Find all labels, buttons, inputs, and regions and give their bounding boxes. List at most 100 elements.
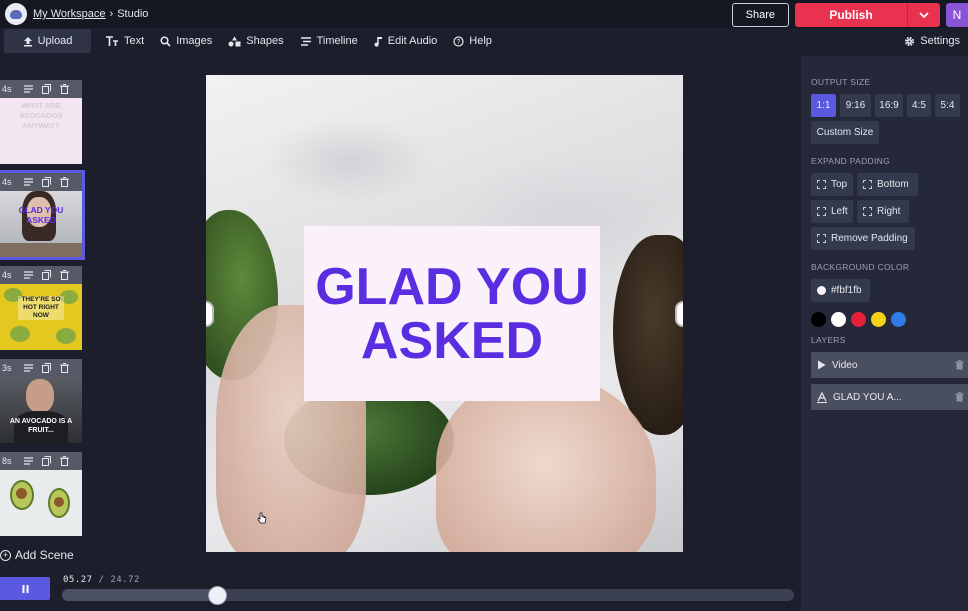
- search-icon: [160, 35, 171, 47]
- resize-handle-right[interactable]: [675, 301, 683, 327]
- headline-text[interactable]: GLAD YOU ASKED: [312, 260, 592, 368]
- timeline-progress: [62, 589, 218, 601]
- layers-label: LAYERS: [811, 335, 846, 345]
- toolbar: Upload Text Images Shapes Timeline Edit …: [0, 28, 968, 54]
- remove-padding-label: Remove Padding: [831, 233, 908, 244]
- scene-menu-icon[interactable]: [23, 177, 34, 188]
- help-icon: ?: [453, 35, 464, 47]
- layer-item-video[interactable]: Video: [811, 352, 968, 378]
- scene-caption: THEY'RE SO HOT RIGHT NOW: [18, 296, 64, 320]
- upload-button[interactable]: Upload: [4, 29, 91, 53]
- trash-icon[interactable]: [955, 392, 964, 402]
- publish-button[interactable]: Publish: [795, 3, 907, 27]
- trash-icon[interactable]: [59, 363, 70, 374]
- remove-padding-button[interactable]: Remove Padding: [811, 227, 915, 250]
- duplicate-icon[interactable]: [41, 456, 52, 467]
- workspace-link[interactable]: My Workspace: [33, 8, 106, 20]
- duplicate-icon[interactable]: [41, 84, 52, 95]
- trash-icon[interactable]: [59, 177, 70, 188]
- breadcrumb: My Workspace › Studio: [33, 8, 148, 20]
- scene-thumbnail: GLAD YOU ASKED: [0, 191, 82, 257]
- duplicate-icon[interactable]: [41, 177, 52, 188]
- scene-card[interactable]: 3s AN AVOCADO IS A FRUIT...: [0, 359, 82, 443]
- padding-bottom-label: Bottom: [877, 179, 909, 190]
- scene-menu-icon[interactable]: [23, 84, 34, 95]
- trash-icon[interactable]: [955, 360, 964, 370]
- padding-top-button[interactable]: Top: [811, 173, 853, 196]
- custom-size-button[interactable]: Custom Size: [811, 121, 879, 144]
- scene-menu-icon[interactable]: [23, 363, 34, 374]
- padding-right-button[interactable]: Right: [857, 200, 909, 223]
- padding-left-button[interactable]: Left: [811, 200, 853, 223]
- text-layer-box[interactable]: GLAD YOU ASKED: [304, 226, 600, 401]
- timeline-tool-button[interactable]: Timeline: [292, 29, 366, 53]
- svg-text:?: ?: [457, 39, 461, 46]
- user-avatar[interactable]: N: [946, 3, 968, 27]
- current-time: 05.27: [63, 575, 93, 585]
- help-button[interactable]: ? Help: [445, 29, 500, 53]
- scene-card[interactable]: 4s GLAD YOU ASKED: [0, 170, 85, 260]
- size-option-5-4[interactable]: 5:4: [935, 94, 960, 117]
- scene-thumbnail: [0, 470, 82, 536]
- images-tool-button[interactable]: Images: [152, 29, 220, 53]
- publish-options-button[interactable]: [907, 3, 940, 27]
- trash-icon[interactable]: [59, 456, 70, 467]
- settings-button[interactable]: Settings: [896, 29, 968, 53]
- scene-card[interactable]: 4s WHAT ARE AVOCADOS ANYWAY?: [0, 80, 82, 164]
- size-option-16-9[interactable]: 16:9: [875, 94, 903, 117]
- upload-label: Upload: [37, 35, 73, 47]
- background-color-value: #fbf1fb: [831, 285, 862, 296]
- total-time: 24.72: [110, 575, 140, 585]
- app-logo-icon[interactable]: [5, 3, 27, 25]
- timeline-scrubber[interactable]: [62, 589, 794, 601]
- size-option-9-16[interactable]: 9:16: [840, 94, 871, 117]
- images-tool-label: Images: [176, 35, 213, 47]
- add-scene-button[interactable]: + Add Scene: [0, 548, 74, 562]
- shapes-tool-button[interactable]: Shapes: [220, 29, 291, 53]
- dashed-box-icon: [817, 207, 826, 216]
- trash-icon[interactable]: [59, 84, 70, 95]
- swatch-black[interactable]: [811, 312, 826, 327]
- color-dot-icon: [817, 286, 826, 295]
- hand-right: [436, 375, 656, 552]
- scene-card[interactable]: 8s: [0, 452, 82, 536]
- text-tool-button[interactable]: Text: [97, 29, 152, 53]
- background-color-label: BACKGROUND COLOR: [811, 262, 910, 272]
- size-option-1-1[interactable]: 1:1: [811, 94, 836, 117]
- swatch-white[interactable]: [831, 312, 846, 327]
- trash-icon[interactable]: [59, 270, 70, 281]
- video-canvas[interactable]: GLAD YOU ASKED: [206, 75, 683, 552]
- resize-handle-left[interactable]: [206, 301, 214, 327]
- pause-button[interactable]: [0, 577, 50, 600]
- swatch-blue[interactable]: [891, 312, 906, 327]
- size-option-4-5[interactable]: 4:5: [907, 94, 931, 117]
- share-button[interactable]: Share: [731, 3, 789, 27]
- scene-caption: GLAD YOU ASKED: [18, 205, 64, 225]
- pause-icon: [22, 584, 28, 593]
- duplicate-icon[interactable]: [41, 270, 52, 281]
- help-label: Help: [469, 35, 492, 47]
- playhead-handle[interactable]: [208, 586, 228, 605]
- layer-item-text[interactable]: GLAD YOU A...: [811, 384, 968, 410]
- padding-bottom-button[interactable]: Bottom: [857, 173, 918, 196]
- mouse-cursor-icon: [257, 512, 267, 524]
- background-color-picker[interactable]: #fbf1fb: [811, 279, 870, 302]
- swatch-red[interactable]: [851, 312, 866, 327]
- swatch-yellow[interactable]: [871, 312, 886, 327]
- dashed-box-icon: [863, 207, 872, 216]
- edit-audio-button[interactable]: Edit Audio: [366, 29, 446, 53]
- time-separator: /: [98, 575, 105, 585]
- expand-padding-label: EXPAND PADDING: [811, 156, 890, 166]
- scene-thumbnail: WHAT ARE AVOCADOS ANYWAY?: [0, 98, 82, 164]
- scene-menu-icon[interactable]: [23, 270, 34, 281]
- scene-duration: 4s: [2, 270, 12, 280]
- shapes-tool-label: Shapes: [246, 35, 284, 47]
- scenes-panel: 4s WHAT ARE AVOCADOS ANYWAY? 4s GLAD YOU…: [0, 56, 90, 576]
- duplicate-icon[interactable]: [41, 363, 52, 374]
- chevron-down-icon: [919, 11, 929, 18]
- scene-menu-icon[interactable]: [23, 456, 34, 467]
- play-icon: [818, 360, 826, 370]
- padding-right-label: Right: [877, 206, 901, 217]
- dashed-box-icon: [863, 180, 872, 189]
- scene-card[interactable]: 4s THEY'RE SO HOT RIGHT NOW: [0, 266, 82, 350]
